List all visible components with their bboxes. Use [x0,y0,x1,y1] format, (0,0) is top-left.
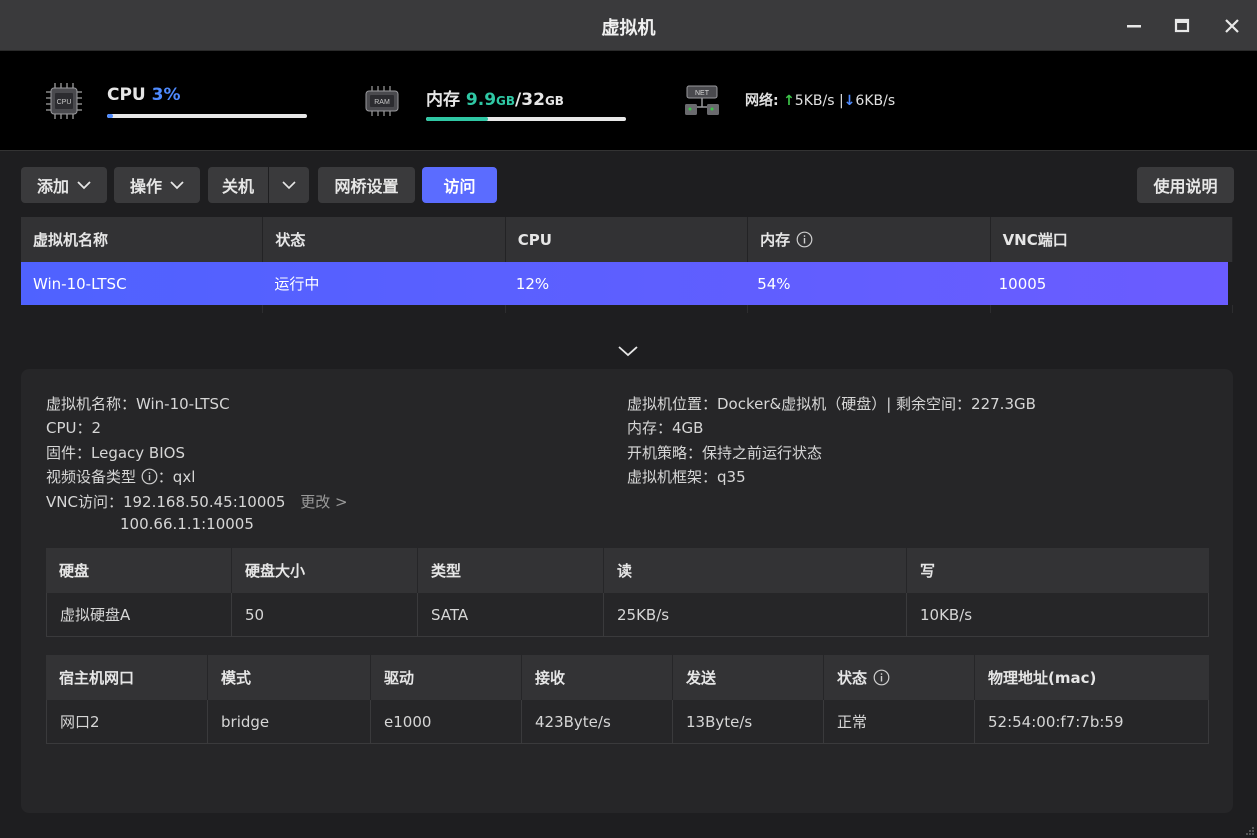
disk-table-header: 硬盘 硬盘大小 类型 读 写 [46,548,1209,593]
detail-memory: 内存：4GB [627,419,704,437]
shutdown-options-button[interactable] [269,167,309,203]
chevron-down-icon [282,181,296,190]
detail-boot-policy: 开机策略：保持之前运行状态 [627,444,823,462]
vm-name-cell: Win-10-LTSC [33,274,127,293]
resource-stats: CPU CPU 3% RAM 内存 9.9GB/32GB NET 网络: ↑5K… [0,51,1257,151]
info-icon[interactable] [873,669,890,686]
close-icon [1225,19,1239,33]
table-row: 网口2 bridge e1000 423Byte/s 13Byte/s 正常 5… [46,700,1209,744]
visit-button[interactable]: 访问 [422,167,497,203]
svg-text:NET: NET [695,90,710,97]
header-disk-type: 类型 [418,548,604,593]
detail-firmware: 固件：Legacy BIOS [46,444,185,462]
vm-status-cell: 运行中 [274,275,320,293]
header-disk: 硬盘 [46,548,232,593]
header-status[interactable]: 状态 [263,217,506,262]
svg-text:CPU: CPU [57,99,72,106]
header-driver: 驱动 [371,655,522,700]
cpu-value: 3% [151,85,181,105]
detail-location: 虚拟机位置：Docker&虚拟机（硬盘）| 剩余空间：227.3GB [627,395,1036,413]
upload-arrow-icon: ↑ [783,93,795,109]
minimize-icon [1127,25,1141,28]
detail-cpu: CPU：2 [46,419,102,437]
memory-label: 内存 [426,90,460,110]
bridge-settings-button[interactable]: 网桥设置 [318,167,415,203]
header-disk-write: 写 [920,562,936,580]
ram-icon: RAM [365,86,399,116]
svg-text:RAM: RAM [374,99,390,106]
upload-speed: 5KB/s [794,93,835,109]
cpu-stat-label: CPU 3% [107,85,181,105]
maximize-button[interactable] [1168,12,1196,40]
vnc-address-secondary: 100.66.1.1:10005 [120,515,254,533]
header-net-status: 状态 [824,655,975,700]
resize-grip-icon[interactable] [1243,824,1255,836]
detail-video-device: 视频设备类型 ：qxl [46,468,196,486]
cpu-label: CPU [107,85,146,105]
header-disk-read: 读 [604,548,907,593]
memory-usage-bar [426,117,626,121]
window-title: 虚拟机 [601,18,656,39]
table-spacer [21,305,1233,313]
download-arrow-icon: ↓ [843,93,856,109]
collapse-details-icon[interactable] [617,343,639,359]
chevron-down-icon [170,181,184,190]
cpu-usage-fill [107,114,113,118]
header-disk-size: 硬盘大小 [232,548,418,593]
network-table-header: 宿主机网口 模式 驱动 接收 发送 状态 物理地址(mac) [46,655,1209,700]
header-vnc-port[interactable]: VNC端口 [991,217,1233,262]
add-dropdown-button[interactable]: 添加 [21,167,107,203]
detail-arch: 虚拟机框架：q35 [627,468,746,486]
chevron-down-icon [77,181,91,190]
header-send: 发送 [673,655,824,700]
minimize-button[interactable] [1120,12,1148,40]
header-receive: 接收 [522,655,673,700]
info-icon[interactable] [141,468,158,485]
memory-usage-fill [426,117,488,121]
disk-table: 硬盘 硬盘大小 类型 读 写 虚拟硬盘A 50 SATA 25KB/s 10KB… [46,548,1209,637]
cpu-usage-bar [107,114,307,118]
detail-vm-name: 虚拟机名称：Win-10-LTSC [46,395,230,413]
vnc-change-link[interactable]: 更改 > [300,493,347,511]
vnc-address-primary: 192.168.50.45:10005 [122,493,286,511]
header-host-port: 宿主机网口 [46,655,208,700]
header-mode: 模式 [208,655,371,700]
info-icon[interactable] [796,231,813,248]
vm-table-header: 虚拟机名称 状态 CPU 内存 VNC端口 [21,217,1233,262]
network-icon: NET [685,85,719,115]
vm-vnc-cell: 10005 [998,274,1047,293]
header-cpu[interactable]: CPU [506,217,749,262]
network-table: 宿主机网口 模式 驱动 接收 发送 状态 物理地址(mac) 网口2 bridg… [46,655,1209,744]
vm-detail-panel: 虚拟机名称：Win-10-LTSC CPU：2 固件：Legacy BIOS 视… [21,369,1233,813]
title-bar: 虚拟机 [0,0,1257,51]
vm-memory-cell: 54% [757,274,791,293]
maximize-icon [1174,18,1190,33]
vm-table: 虚拟机名称 状态 CPU 内存 VNC端口 Win-10-LTSC 运行中 12… [21,217,1233,313]
header-mac: 物理地址(mac) [988,669,1097,687]
vm-cpu-cell: 12% [515,274,550,293]
header-memory[interactable]: 内存 [748,217,991,262]
operate-dropdown-button[interactable]: 操作 [114,167,200,203]
cpu-chip-icon: CPU [46,83,82,119]
memory-total: 32 [521,90,545,110]
memory-used: 9.9 [465,90,497,110]
shutdown-button[interactable]: 关机 [208,167,268,203]
table-row[interactable]: Win-10-LTSC 运行中 12% 54% 10005 [21,262,1228,305]
download-speed: 6KB/s [855,93,896,109]
header-vm-name[interactable]: 虚拟机名称 [21,217,264,262]
network-stat: 网络: ↑5KB/s |↓6KB/s [745,93,896,109]
help-button[interactable]: 使用说明 [1137,167,1234,203]
memory-stat-label: 内存 9.9GB/32GB [426,90,564,110]
detail-vnc-access: VNC访问：192.168.50.45:10005 更改 > [46,493,348,511]
close-button[interactable] [1218,12,1246,40]
table-row: 虚拟硬盘A 50 SATA 25KB/s 10KB/s [46,593,1209,637]
